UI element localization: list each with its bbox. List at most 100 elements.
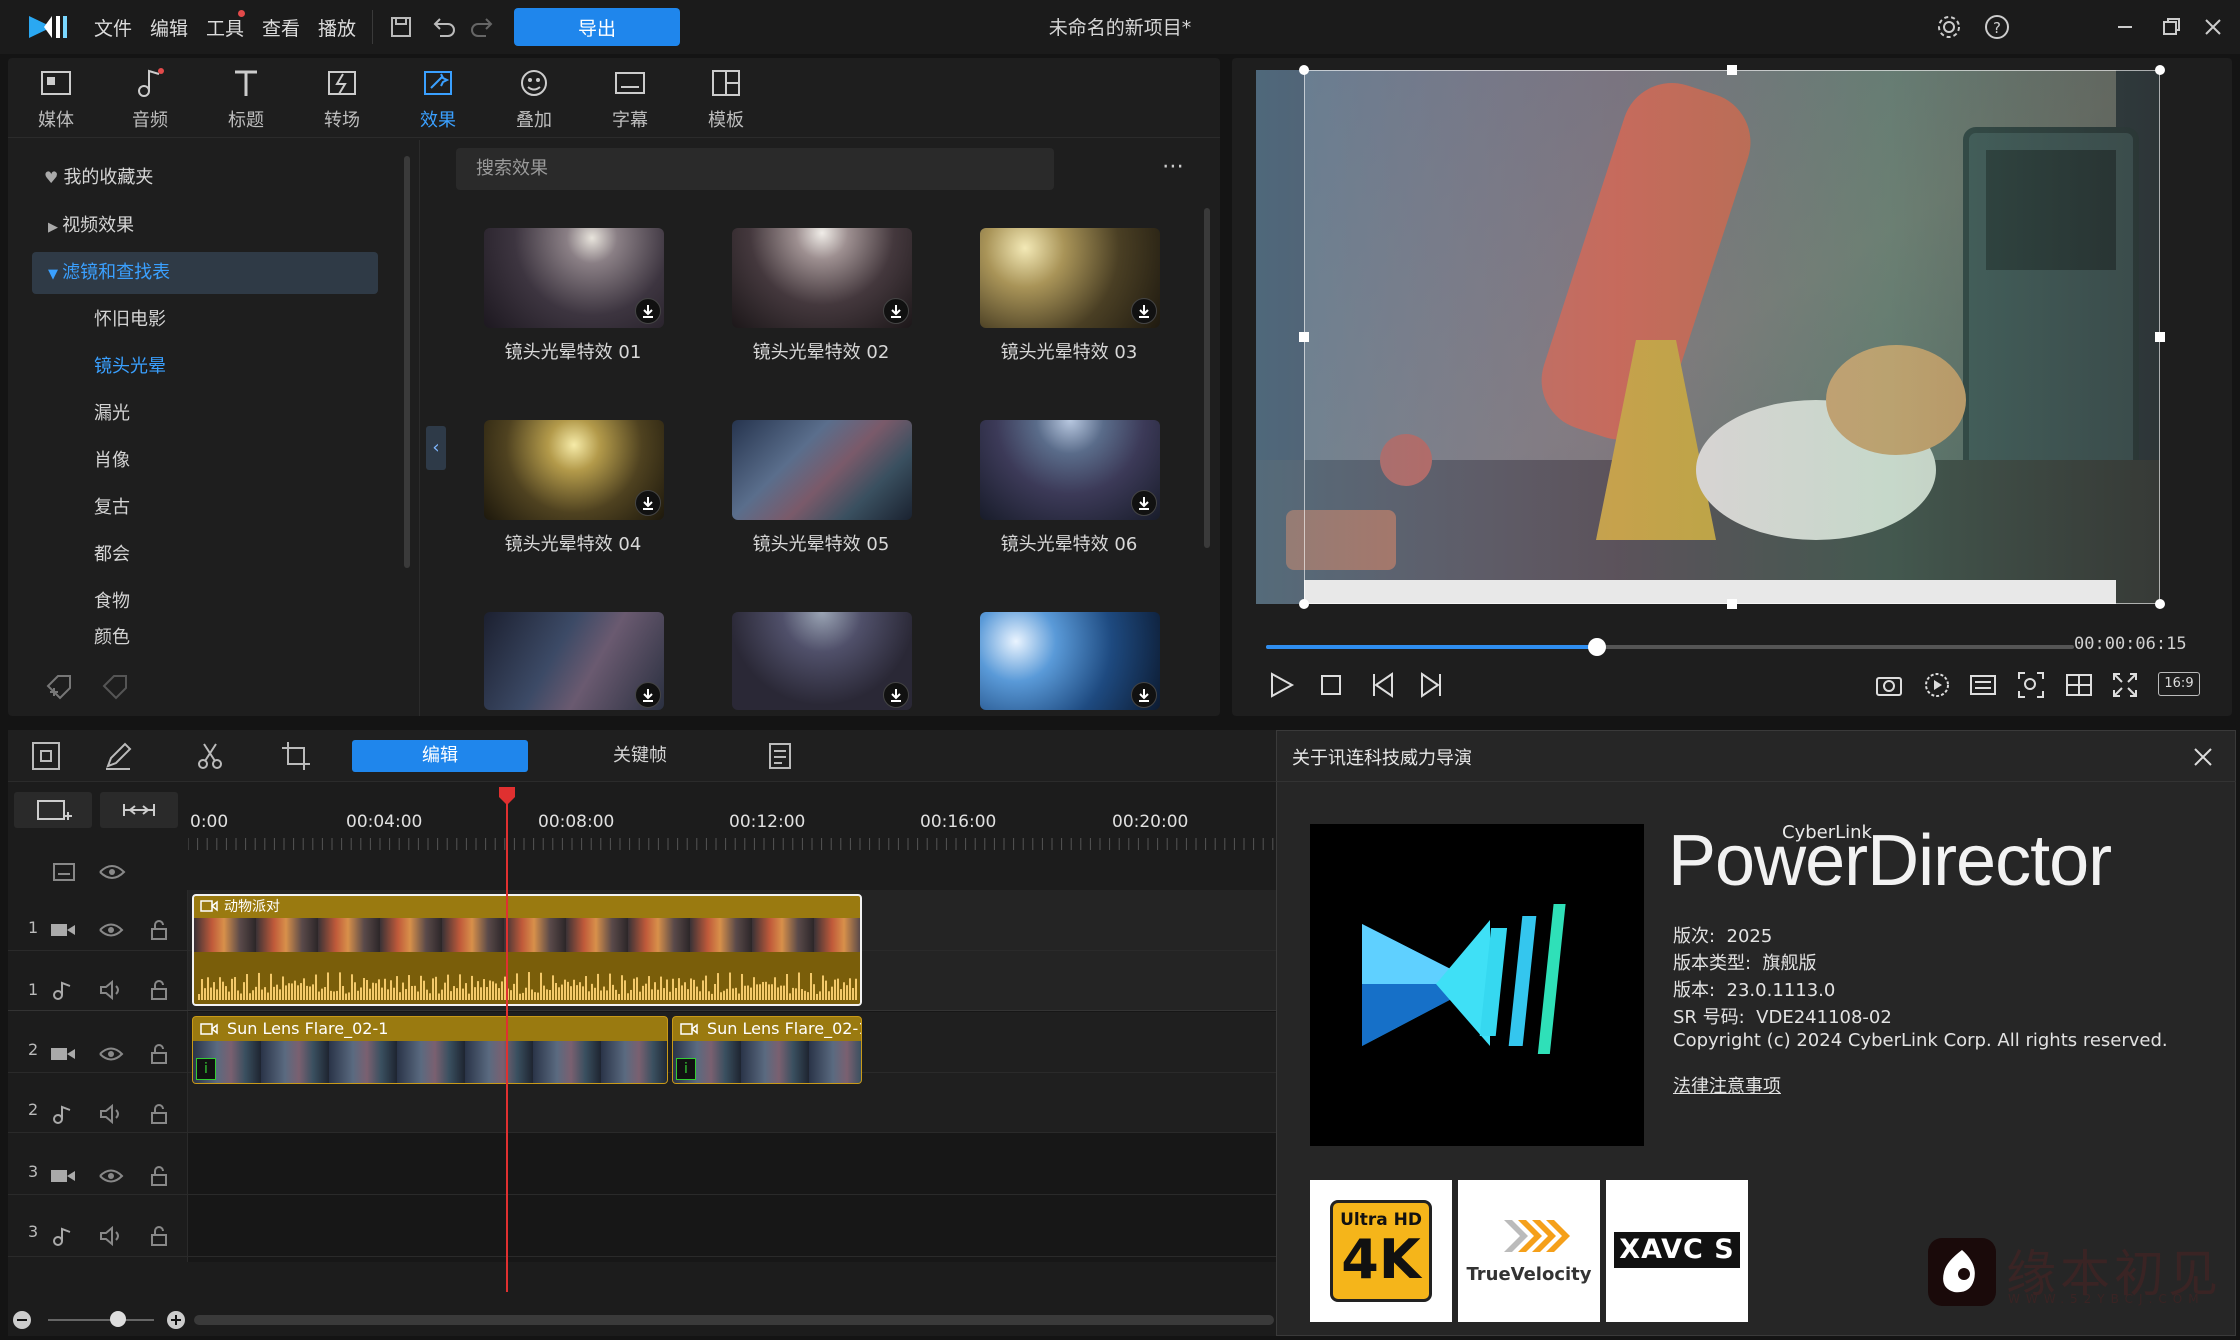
tab-title[interactable]: 标题 [204, 66, 288, 136]
edit-pen-icon[interactable] [102, 740, 134, 772]
tree-item-urban[interactable]: 都会 [94, 533, 130, 577]
tree-scrollbar[interactable] [404, 156, 410, 568]
search-effects-input[interactable]: 搜索效果 [456, 148, 1054, 190]
legal-notice-link[interactable]: 法律注意事项 [1673, 1072, 1781, 1098]
subtitle-edit-icon[interactable] [764, 740, 796, 772]
tree-item-food[interactable]: 食物 [94, 580, 130, 624]
restore-icon[interactable] [2156, 12, 2186, 42]
visibility-eye-icon[interactable] [98, 920, 124, 940]
effect-thumb-05[interactable] [732, 420, 912, 520]
grid-lines-icon[interactable] [2064, 670, 2094, 700]
resize-handle[interactable] [1299, 65, 1309, 75]
redo-icon[interactable] [468, 12, 498, 42]
download-icon[interactable] [635, 490, 661, 516]
track-manager-button[interactable] [14, 792, 92, 828]
tab-template[interactable]: 模板 [684, 66, 768, 136]
seek-bar[interactable] [1266, 638, 2074, 656]
time-ruler[interactable] [188, 800, 1276, 864]
zoom-preview-icon[interactable] [2016, 670, 2046, 700]
tree-item-retro[interactable]: 复古 [94, 486, 130, 530]
snapshot-camera-icon[interactable] [1874, 670, 1904, 700]
visibility-eye-icon[interactable] [98, 1166, 124, 1186]
info-marker-icon[interactable]: i [676, 1058, 696, 1080]
lock-icon[interactable] [146, 980, 172, 1000]
zoom-out-icon[interactable] [12, 1310, 32, 1330]
lock-icon[interactable] [146, 1166, 172, 1186]
undo-icon[interactable] [428, 12, 458, 42]
selection-frame[interactable] [1304, 70, 2160, 604]
lock-icon[interactable] [146, 1104, 172, 1124]
split-scissors-icon[interactable] [194, 740, 226, 772]
tree-item-lens-flare[interactable]: 镜头光晕 [94, 345, 166, 389]
minimize-icon[interactable] [2110, 12, 2140, 42]
help-icon[interactable]: ? [1982, 12, 2012, 42]
tab-subtitle[interactable]: 字幕 [588, 66, 672, 136]
menu-view[interactable]: 查看 [262, 14, 300, 41]
playback-quality-icon[interactable] [1922, 670, 1952, 700]
aspect-ratio-button[interactable]: 16:9 [2158, 672, 2200, 696]
resize-handle[interactable] [2155, 65, 2165, 75]
resize-handle[interactable] [1727, 65, 1737, 75]
remove-tag-icon[interactable] [100, 670, 132, 702]
subtitle-display-icon[interactable] [1968, 670, 1998, 700]
playhead-line[interactable] [506, 798, 508, 1292]
download-icon[interactable] [1131, 490, 1157, 516]
close-dialog-icon[interactable] [2190, 744, 2216, 770]
collapse-panel-button[interactable]: ‹ [426, 426, 446, 470]
tab-transition[interactable]: 转场 [300, 66, 384, 136]
volume-icon[interactable] [98, 980, 124, 1000]
resize-handle[interactable] [1727, 599, 1737, 609]
timeline-scrollbar[interactable] [194, 1315, 1274, 1325]
download-icon[interactable] [883, 682, 909, 708]
effect-clip-sun-lens-flare-1[interactable]: Sun Lens Flare_02-1 [192, 1016, 668, 1084]
lock-icon[interactable] [146, 1226, 172, 1246]
save-icon[interactable] [386, 12, 416, 42]
download-icon[interactable] [883, 298, 909, 324]
tab-media[interactable]: 媒体 [14, 66, 98, 136]
add-tag-icon[interactable] [44, 670, 76, 702]
tree-item-nostalgia[interactable]: 怀旧电影 [94, 298, 166, 342]
menu-play[interactable]: 播放 [318, 14, 356, 41]
export-button[interactable]: 导出 [514, 8, 680, 46]
resize-handle[interactable] [1299, 599, 1309, 609]
download-icon[interactable] [1131, 682, 1157, 708]
video-clip-animal-party[interactable]: 动物派对 [192, 894, 862, 1006]
menu-edit[interactable]: 编辑 [150, 14, 188, 41]
next-frame-icon[interactable] [1416, 670, 1446, 700]
crop-icon[interactable] [280, 740, 312, 772]
previous-frame-icon[interactable] [1368, 670, 1398, 700]
stop-icon[interactable] [1316, 670, 1346, 700]
menu-tools[interactable]: 工具 [206, 14, 244, 41]
download-icon[interactable] [1131, 298, 1157, 324]
tab-edit[interactable]: 编辑 [352, 740, 528, 772]
tab-keyframe[interactable]: 关键帧 [580, 740, 700, 772]
zoom-slider-handle[interactable] [110, 1311, 126, 1327]
close-window-icon[interactable] [2198, 12, 2228, 42]
visibility-eye-icon[interactable] [98, 1044, 124, 1064]
download-icon[interactable] [635, 298, 661, 324]
lock-icon[interactable] [146, 1044, 172, 1064]
settings-gear-icon[interactable] [1934, 12, 1964, 42]
resize-handle[interactable] [2155, 332, 2165, 342]
effect-clip-sun-lens-flare-2[interactable]: Sun Lens Flare_02-1 [672, 1016, 862, 1084]
zoom-slider[interactable] [48, 1319, 154, 1321]
tree-item-color[interactable]: 颜色 [94, 627, 174, 649]
zoom-in-icon[interactable] [166, 1310, 186, 1330]
visibility-eye-icon[interactable] [98, 862, 126, 882]
tab-overlay[interactable]: 叠加 [492, 66, 576, 136]
play-icon[interactable] [1266, 670, 1296, 700]
tab-effect[interactable]: 效果 [396, 66, 480, 136]
tree-item-portrait[interactable]: 肖像 [94, 439, 130, 483]
volume-icon[interactable] [98, 1226, 124, 1246]
tree-item-filters[interactable]: ▼ 滤镜和查找表 [48, 251, 170, 295]
resize-handle[interactable] [2155, 599, 2165, 609]
menu-file[interactable]: 文件 [94, 14, 132, 41]
fullscreen-icon[interactable] [2110, 670, 2140, 700]
resize-handle[interactable] [1299, 332, 1309, 342]
fit-timeline-button[interactable] [100, 792, 178, 828]
volume-icon[interactable] [98, 1104, 124, 1124]
lock-icon[interactable] [146, 920, 172, 940]
tree-item-light-leak[interactable]: 漏光 [94, 392, 130, 436]
select-tool-icon[interactable] [30, 740, 62, 772]
tree-item-video-effects[interactable]: ▶ 视频效果 [48, 204, 134, 248]
